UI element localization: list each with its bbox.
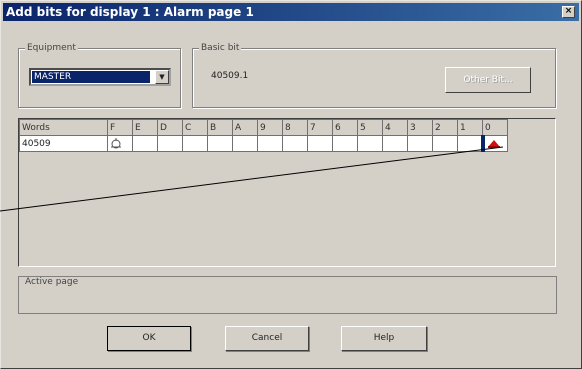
cancel-button[interactable]: Cancel <box>225 326 309 351</box>
bits-grid-panel: Words F E D C B A 9 8 7 6 5 4 3 2 1 0 40… <box>18 118 556 267</box>
bit-cell-b[interactable] <box>207 135 233 152</box>
bit-cell-9[interactable] <box>257 135 283 152</box>
bit-header: 9 <box>257 119 283 136</box>
equipment-label: Equipment <box>25 43 78 53</box>
bit-cell-4[interactable] <box>382 135 408 152</box>
bit-header: 3 <box>407 119 433 136</box>
close-button[interactable]: × <box>562 6 575 18</box>
chevron-down-icon[interactable]: ▼ <box>155 70 169 84</box>
active-page-group: Active page <box>18 276 557 314</box>
bit-cell-7[interactable] <box>307 135 333 152</box>
bit-header: D <box>157 119 183 136</box>
bit-header: 4 <box>382 119 408 136</box>
alarm-bit-icon <box>487 140 500 148</box>
other-bit-button[interactable]: Other Bit... <box>445 67 531 93</box>
bit-header: 7 <box>307 119 333 136</box>
word-address: 40509 <box>19 135 108 152</box>
bit-header: A <box>232 119 258 136</box>
bit-cell-3[interactable] <box>407 135 433 152</box>
table-row[interactable]: 40509 <box>19 135 508 152</box>
bits-header-row: Words F E D C B A 9 8 7 6 5 4 3 2 1 0 <box>19 119 508 136</box>
bit-cell-e[interactable] <box>132 135 158 152</box>
equipment-selected-value: MASTER <box>32 71 150 83</box>
add-bits-dialog: Add bits for display 1 : Alarm page 1 × … <box>0 0 582 369</box>
bit-header: F <box>107 119 133 136</box>
bit-cell-8[interactable] <box>282 135 308 152</box>
bit-header: 8 <box>282 119 308 136</box>
bit-cell-6[interactable] <box>332 135 358 152</box>
bit-header: B <box>207 119 233 136</box>
bit-header: 6 <box>332 119 358 136</box>
bit-header: 1 <box>457 119 483 136</box>
bit-header: 2 <box>432 119 458 136</box>
bit-cell-f[interactable] <box>107 135 133 152</box>
basic-bit-value: 40509.1 <box>211 71 249 81</box>
help-button[interactable]: Help <box>341 326 427 351</box>
basic-bit-group: Basic bit 40509.1 Other Bit... <box>192 43 556 108</box>
words-column-header: Words <box>19 119 108 136</box>
bit-header: 5 <box>357 119 383 136</box>
equipment-combobox[interactable]: MASTER ▼ <box>29 68 171 86</box>
bit-cell-0[interactable] <box>480 135 508 152</box>
bit-header: C <box>182 119 208 136</box>
bit-cell-1[interactable] <box>457 135 483 152</box>
basic-bit-label: Basic bit <box>199 43 242 53</box>
bit-header: E <box>132 119 158 136</box>
bit-empty-icon <box>111 137 121 148</box>
bit-cell-a[interactable] <box>232 135 258 152</box>
window-title: Add bits for display 1 : Alarm page 1 <box>6 5 254 19</box>
title-bar[interactable]: Add bits for display 1 : Alarm page 1 × <box>3 3 579 21</box>
bit-header: 0 <box>482 119 508 136</box>
active-page-label: Active page <box>25 277 79 287</box>
close-icon: × <box>564 6 573 16</box>
bit-cell-d[interactable] <box>157 135 183 152</box>
equipment-group: Equipment MASTER ▼ <box>18 43 181 108</box>
bit-cell-c[interactable] <box>182 135 208 152</box>
ok-button[interactable]: OK <box>107 326 191 351</box>
bits-table: Words F E D C B A 9 8 7 6 5 4 3 2 1 0 40… <box>19 119 508 152</box>
bit-cell-5[interactable] <box>357 135 383 152</box>
bit-cell-2[interactable] <box>432 135 458 152</box>
